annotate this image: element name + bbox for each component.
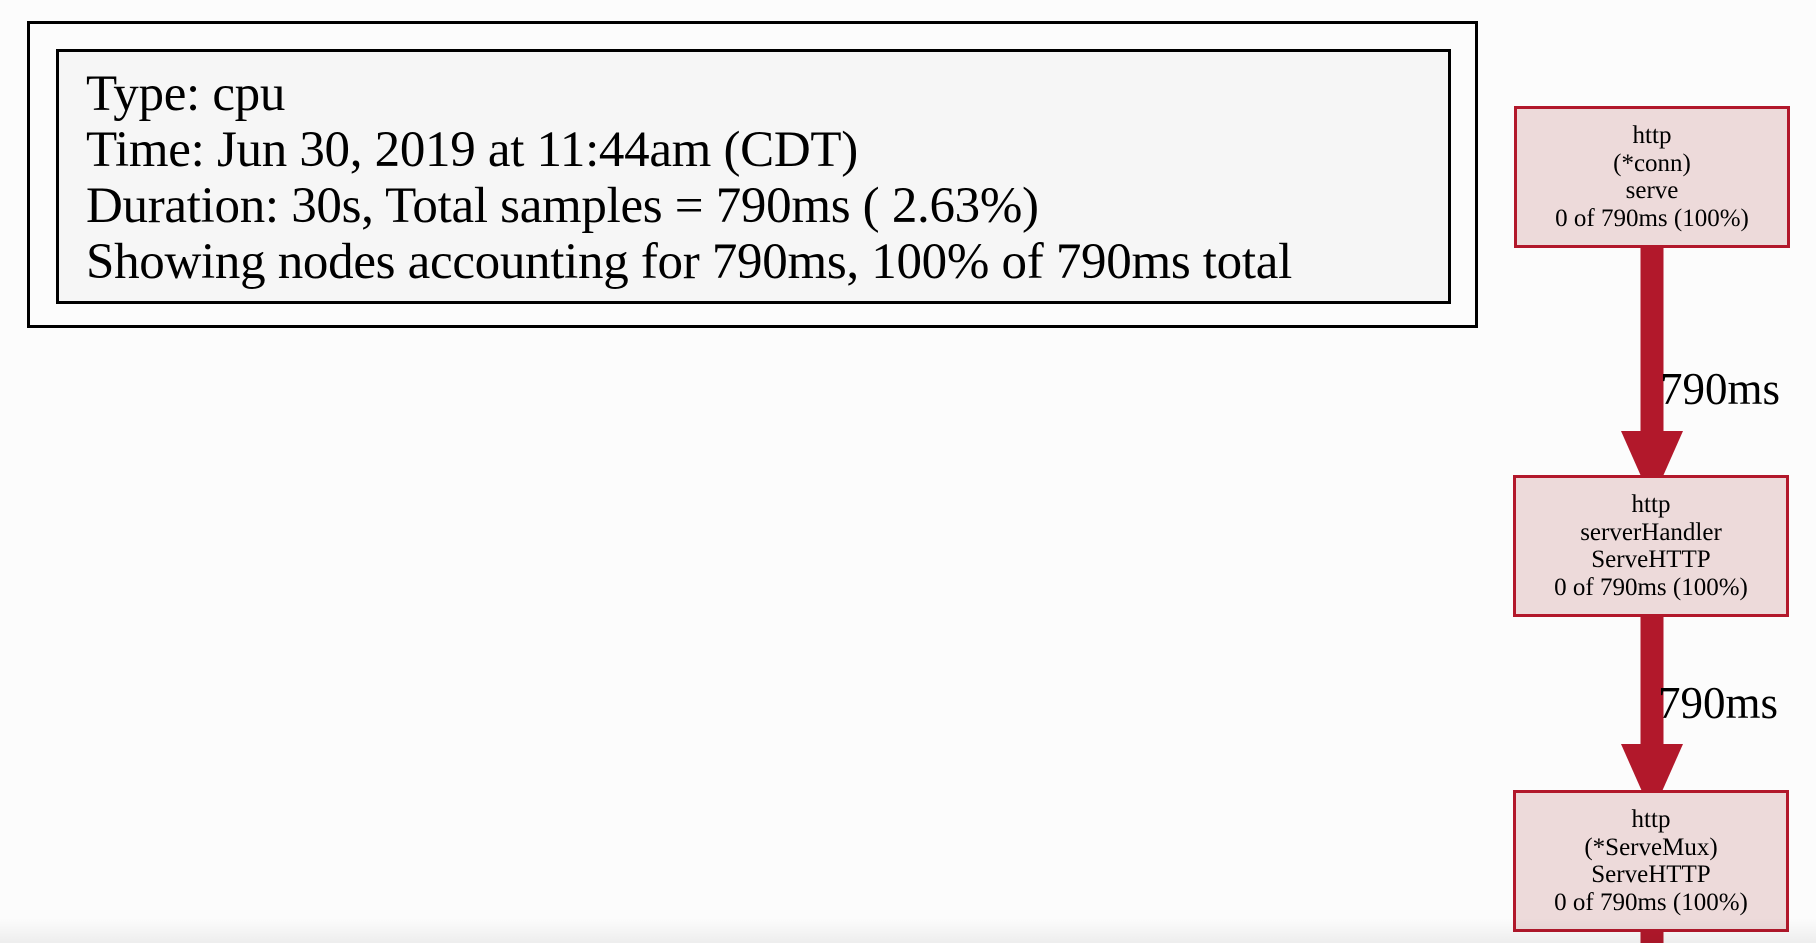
node-package: http xyxy=(1631,491,1671,518)
node-http-serverhandler-servehttp[interactable]: http serverHandler ServeHTTP 0 of 790ms … xyxy=(1513,475,1789,617)
node-function: ServeHTTP xyxy=(1591,861,1711,888)
legend-box: Type: cpu Time: Jun 30, 2019 at 11:44am … xyxy=(56,49,1451,304)
edge-label: 790ms xyxy=(1660,364,1781,414)
legend-duration: Duration: 30s, Total samples = 790ms ( 2… xyxy=(86,178,1039,234)
node-function: serve xyxy=(1625,177,1679,204)
node-receiver: (*ServeMux) xyxy=(1584,833,1718,861)
node-function: ServeHTTP xyxy=(1591,546,1711,573)
node-package: http xyxy=(1631,806,1671,833)
node-http-servemux-servehttp[interactable]: http (*ServeMux) ServeHTTP 0 of 790ms (1… xyxy=(1513,790,1789,932)
node-package: http xyxy=(1632,122,1672,149)
node-receiver: (*conn) xyxy=(1613,149,1691,177)
node-stats: 0 of 790ms (100%) xyxy=(1554,888,1748,916)
node-stats: 0 of 790ms (100%) xyxy=(1554,573,1748,601)
node-http-conn-serve[interactable]: http (*conn) serve 0 of 790ms (100%) xyxy=(1514,106,1790,248)
node-receiver: serverHandler xyxy=(1580,518,1722,546)
legend-time: Time: Jun 30, 2019 at 11:44am (CDT) xyxy=(86,122,858,178)
profile-graph-view: Type: cpu Time: Jun 30, 2019 at 11:44am … xyxy=(0,0,1816,943)
edge-label: 790ms xyxy=(1658,678,1779,728)
legend-showing-nodes: Showing nodes accounting for 790ms, 100%… xyxy=(86,234,1292,290)
legend-type: Type: cpu xyxy=(86,66,286,122)
node-stats: 0 of 790ms (100%) xyxy=(1555,204,1749,232)
